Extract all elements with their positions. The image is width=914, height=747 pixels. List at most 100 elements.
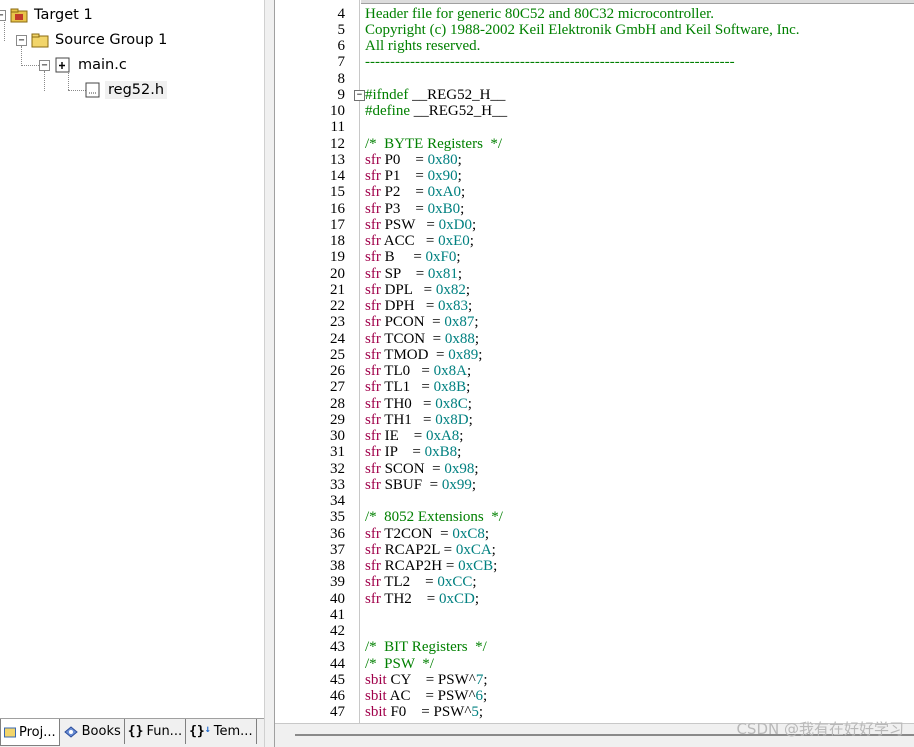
code-text: sfr SBUF = 0x99; xyxy=(365,477,476,493)
code-text: sfr DPH = 0x83; xyxy=(365,298,472,314)
code-line[interactable]: 14 sfr P1 = 0x90; xyxy=(275,168,914,184)
code-line[interactable]: 29 sfr TH1 = 0x8D; xyxy=(275,412,914,428)
code-line[interactable]: 6 All rights reserved. xyxy=(275,38,914,54)
code-line[interactable]: 31 sfr IP = 0xB8; xyxy=(275,444,914,460)
code-line[interactable]: 7 ---------------------------------------… xyxy=(275,54,914,70)
code-token: sfr xyxy=(365,395,381,412)
code-line[interactable]: 36 sfr T2CON = 0xC8; xyxy=(275,526,914,542)
code-line[interactable]: 8 xyxy=(275,71,914,87)
code-line[interactable]: 43 /* BIT Registers */ xyxy=(275,639,914,655)
code-token: IE = xyxy=(380,428,426,444)
code-line[interactable]: 34 xyxy=(275,493,914,509)
code-token: sfr xyxy=(365,314,381,331)
code-token: 0x90 xyxy=(427,168,458,184)
code-line[interactable]: 37 sfr RCAP2L = 0xCA; xyxy=(275,542,914,558)
code-text: sfr TCON = 0x88; xyxy=(365,331,479,347)
tab-books[interactable]: Books xyxy=(60,719,125,744)
code-token: #ifndef xyxy=(365,86,409,103)
code-token: ; xyxy=(465,281,470,298)
code-line[interactable]: 26 sfr TL0 = 0x8A; xyxy=(275,363,914,379)
code-token: ; xyxy=(457,265,463,282)
code-line[interactable]: 21 sfr DPL = 0x82; xyxy=(275,282,914,298)
code-line[interactable]: 12 /* BYTE Registers */ xyxy=(275,136,914,152)
code-token: ; xyxy=(474,590,480,607)
tree-item-reg52-h[interactable]: reg52.h xyxy=(84,79,168,101)
code-token: DPL = xyxy=(380,281,436,298)
code-line[interactable]: 24 sfr TCON = 0x88; xyxy=(275,331,914,347)
tab-templates[interactable]: {} ↓ Tem... xyxy=(186,719,257,744)
code-line[interactable]: 40 sfr TH2 = 0xCD; xyxy=(275,591,914,607)
code-line[interactable]: 19 sfr B = 0xF0; xyxy=(275,249,914,265)
code-token: P1 = xyxy=(380,168,428,184)
code-token: 0xCA xyxy=(455,541,492,558)
code-line[interactable]: 20 sfr SP = 0x81; xyxy=(275,266,914,282)
code-token: sfr xyxy=(365,200,381,217)
pane-splitter[interactable] xyxy=(264,0,275,747)
code-token: ; xyxy=(468,411,473,428)
line-number: 39 xyxy=(330,574,345,591)
tab-project[interactable]: Proj... xyxy=(0,719,60,746)
code-line[interactable]: 27 sfr TL1 = 0x8B; xyxy=(275,379,914,395)
code-editor[interactable]: 4 Header file for generic 80C52 and 80C32… xyxy=(275,0,914,723)
code-line[interactable]: 30 sfr IE = 0xA8; xyxy=(275,428,914,444)
tree-item-main-c[interactable]: − main.c xyxy=(39,54,130,76)
line-number: 10 xyxy=(330,103,345,119)
collapse-icon[interactable]: − xyxy=(39,59,50,71)
code-token: /* PSW */ xyxy=(365,655,434,672)
code-line[interactable]: 10 #define __REG52_H__ xyxy=(275,103,914,119)
code-token: 0xA0 xyxy=(427,184,461,201)
code-line[interactable]: 38 sfr RCAP2H = 0xCB; xyxy=(275,558,914,574)
code-line[interactable]: 23 sfr PCON = 0x87; xyxy=(275,314,914,330)
code-line[interactable]: 28 sfr TH0 = 0x8C; xyxy=(275,396,914,412)
line-number: 21 xyxy=(330,281,345,298)
code-line[interactable]: 18 sfr ACC = 0xE0; xyxy=(275,233,914,249)
code-text: sbit CY = PSW^7; xyxy=(365,672,487,688)
code-token: __REG52_H__ xyxy=(409,103,508,119)
code-text: #define __REG52_H__ xyxy=(365,103,507,119)
code-line[interactable]: 45 sbit CY = PSW^7; xyxy=(275,672,914,688)
collapse-icon[interactable]: − xyxy=(0,9,6,21)
line-number: 16 xyxy=(330,200,345,217)
code-line[interactable]: 16 sfr P3 = 0xB0; xyxy=(275,201,914,217)
tree-item-target[interactable]: − Target 1 xyxy=(0,4,96,26)
code-line[interactable]: 22 sfr DPH = 0x83; xyxy=(275,298,914,314)
code-line[interactable]: 25 sfr TMOD = 0x89; xyxy=(275,347,914,363)
code-line[interactable]: 44 /* PSW */ xyxy=(275,656,914,672)
code-token: DPH = xyxy=(380,298,439,314)
code-line[interactable]: 35 /* 8052 Extensions */ xyxy=(275,509,914,525)
line-number: 24 xyxy=(330,330,345,347)
line-number: 41 xyxy=(330,606,345,623)
tab-functions[interactable]: {} Fun... xyxy=(125,719,187,744)
source-group-label: Source Group 1 xyxy=(55,32,168,48)
code-line[interactable]: 4 Header file for generic 80C52 and 80C32… xyxy=(275,6,914,22)
code-token: ; xyxy=(471,476,476,493)
code-line[interactable]: 13 sfr P0 = 0x80; xyxy=(275,152,914,168)
line-number: 18 xyxy=(330,233,345,249)
code-line[interactable]: 33 sfr SBUF = 0x99; xyxy=(275,477,914,493)
code-token: sbit xyxy=(365,671,387,688)
code-text: ----------------------------------------… xyxy=(365,54,735,70)
fold-toggle-icon[interactable]: − xyxy=(354,89,365,101)
code-text: sfr TL1 = 0x8B; xyxy=(365,379,470,395)
code-line[interactable]: 15 sfr P2 = 0xA0; xyxy=(275,184,914,200)
line-number: 28 xyxy=(330,395,345,412)
target-label: Target 1 xyxy=(34,7,93,23)
tab-functions-label: Fun... xyxy=(146,724,183,739)
tree-item-source-group[interactable]: − Source Group 1 xyxy=(16,29,170,51)
collapse-icon[interactable]: − xyxy=(16,34,27,46)
code-line[interactable]: 32 sfr SCON = 0x98; xyxy=(275,461,914,477)
code-line[interactable]: 39 sfr TL2 = 0xCC; xyxy=(275,574,914,590)
code-token: ; xyxy=(483,688,488,704)
code-token: ; xyxy=(467,395,472,412)
code-line[interactable]: 17 sfr PSW = 0xD0; xyxy=(275,217,914,233)
code-line[interactable]: 9− #ifndef __REG52_H__ xyxy=(275,87,914,103)
code-token: sfr xyxy=(365,525,381,542)
code-token: ; xyxy=(468,298,473,314)
code-line[interactable]: 5 Copyright (c) 1988-2002 Keil Elektronik… xyxy=(275,22,914,38)
code-line[interactable]: 42 xyxy=(275,623,914,639)
code-token: /* BYTE Registers */ xyxy=(365,135,503,152)
code-token: TL0 = xyxy=(380,363,434,379)
code-line[interactable]: 11 xyxy=(275,119,914,135)
code-line[interactable]: 46 sbit AC = PSW^6; xyxy=(275,688,914,704)
code-line[interactable]: 41 xyxy=(275,607,914,623)
